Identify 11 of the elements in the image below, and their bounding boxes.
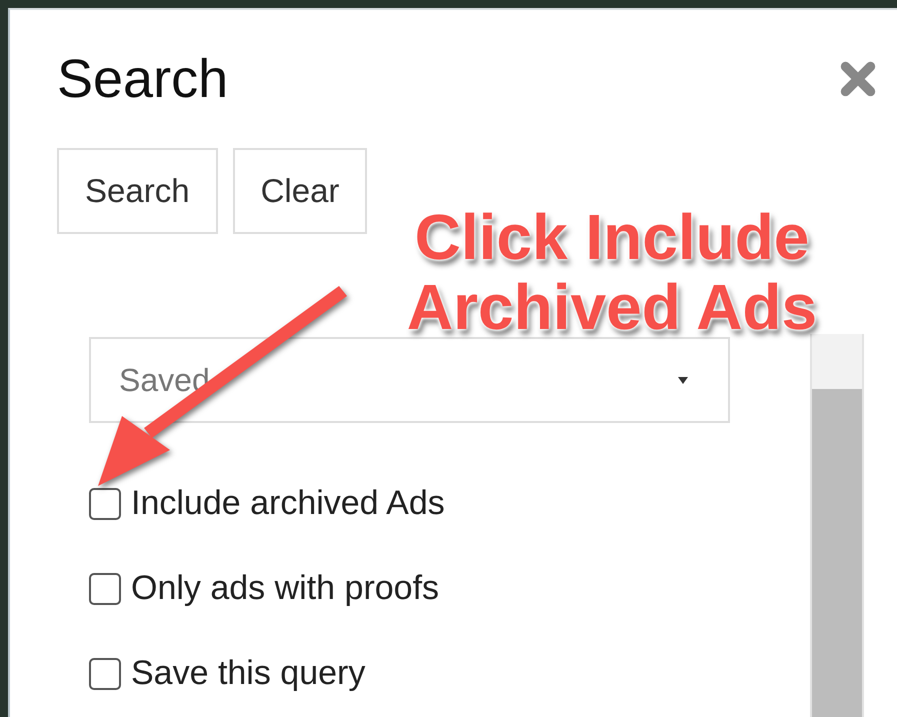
option-checkbox[interactable]: Save this query (89, 654, 765, 693)
caret-icon (678, 375, 688, 385)
dialog-title: Search (57, 48, 228, 110)
search-button[interactable]: Search (57, 148, 218, 234)
option-checkbox[interactable]: Only ads with proofs (89, 569, 765, 608)
checkbox[interactable] (89, 658, 121, 690)
option-checkbox[interactable]: Include archived Ads (89, 484, 765, 523)
checkbox[interactable] (89, 572, 121, 604)
checkbox[interactable] (89, 488, 121, 520)
clear-button[interactable]: Clear (232, 148, 368, 234)
scrollbar[interactable] (810, 334, 864, 717)
